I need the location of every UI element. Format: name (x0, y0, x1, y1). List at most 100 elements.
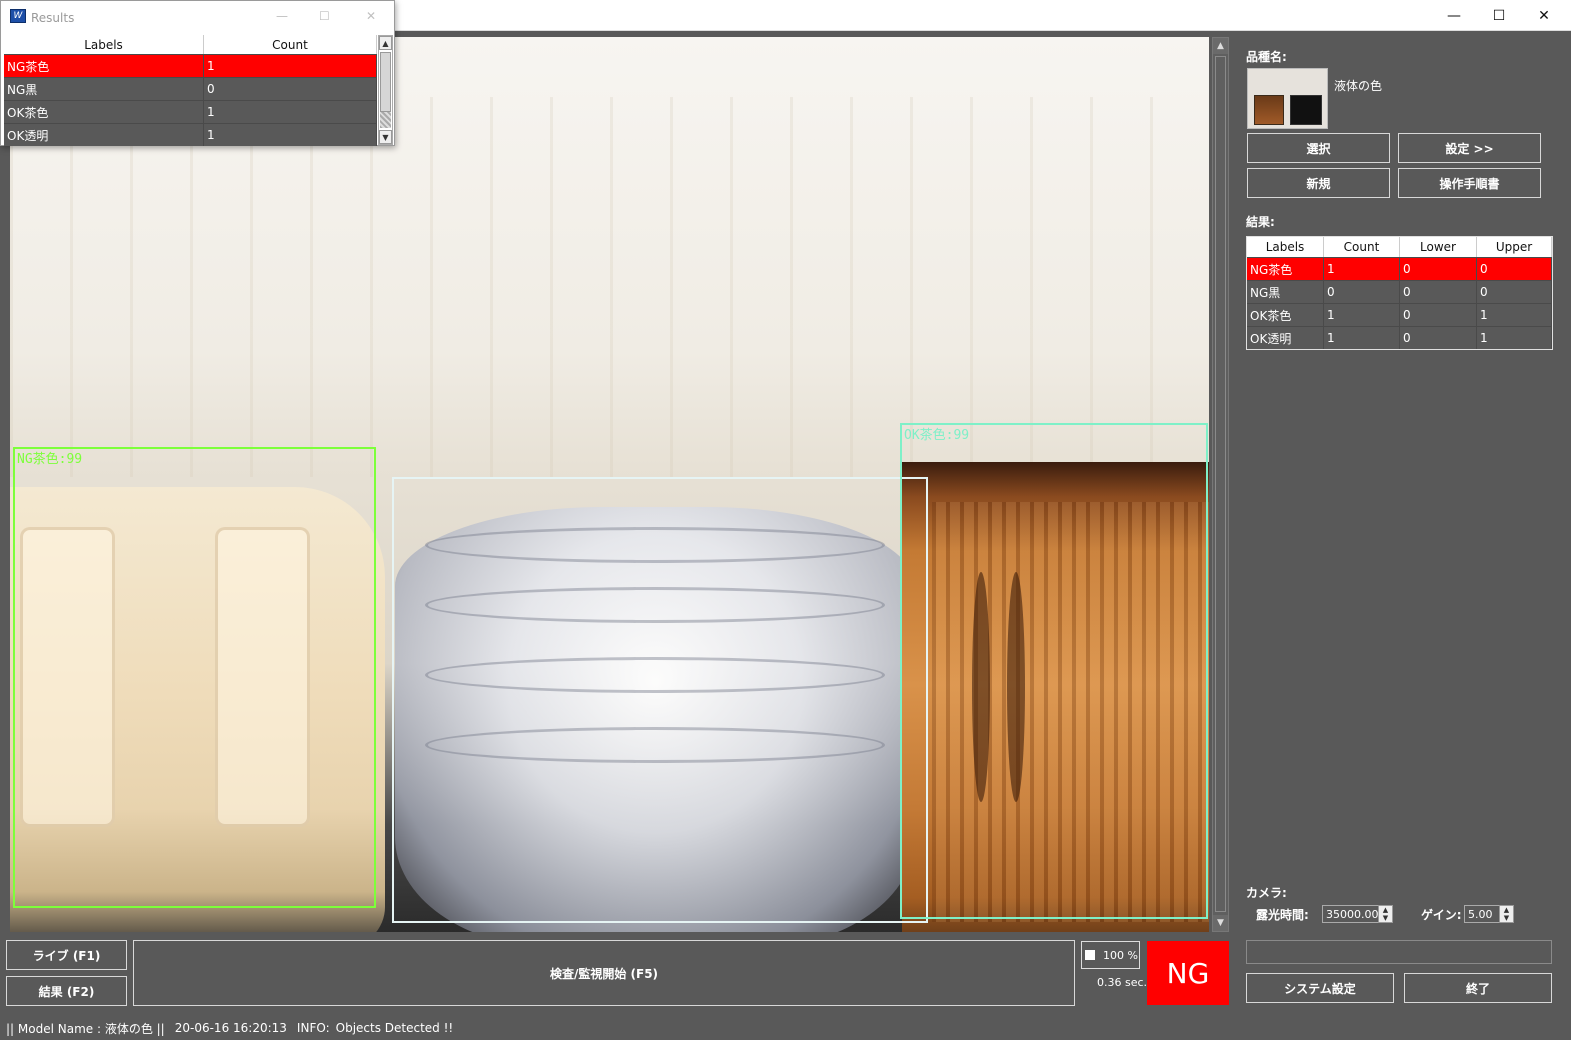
cell-count: 1 (1324, 258, 1400, 280)
table-row[interactable]: OK透明 1 (4, 123, 377, 146)
live-button[interactable]: ライブ (F1) (6, 940, 127, 970)
results-window-scrollbar[interactable]: ▲ ▼ (378, 35, 393, 145)
settings-button[interactable]: 設定 >> (1398, 133, 1541, 163)
scrollbar-thumb[interactable] (380, 52, 391, 112)
thumbnail-black-bottle (1290, 95, 1322, 125)
detection-label: OK茶色:99 (904, 428, 970, 443)
column-header[interactable]: Labels (4, 35, 204, 54)
minimize-icon[interactable]: — (276, 9, 288, 23)
close-icon[interactable]: ✕ (366, 9, 376, 23)
results-window[interactable]: W Results — ☐ ✕ Labels Count NG茶色 1 NG黒 … (0, 0, 395, 146)
select-button[interactable]: 選択 (1247, 133, 1390, 163)
column-header[interactable]: Upper (1477, 237, 1552, 257)
cell-upper: 0 (1477, 281, 1552, 303)
scrollbar-grip[interactable] (380, 112, 391, 128)
scroll-up-icon[interactable]: ▲ (1213, 38, 1228, 54)
camera-label: カメラ: (1246, 886, 1287, 900)
scrollbar-track[interactable] (1215, 56, 1226, 912)
detection-label: NG茶色:99 (17, 452, 83, 467)
table-row[interactable]: NG黒 0 (4, 77, 377, 100)
results-window-title: Results (31, 11, 75, 25)
cell-upper: 1 (1477, 327, 1552, 349)
status-indicator: NG (1147, 941, 1229, 1005)
column-header[interactable]: Count (204, 35, 377, 54)
maximize-icon[interactable]: ☐ (1476, 0, 1522, 31)
column-header[interactable]: Lower (1400, 237, 1477, 257)
scroll-down-icon[interactable]: ▼ (1213, 915, 1228, 931)
status-bar: || Model Name : 液体の色 || 20-06-16 16:20:1… (0, 1016, 1571, 1040)
cell-label: NG黒 (4, 78, 204, 100)
cell-label: OK透明 (1247, 327, 1324, 349)
exposure-input[interactable]: 35000.00 (1322, 905, 1380, 923)
table-row[interactable]: NG黒 0 0 0 (1247, 280, 1552, 303)
manual-button[interactable]: 操作手順書 (1398, 168, 1541, 198)
status-info-label: INFO: (296, 1021, 330, 1035)
result-button[interactable]: 結果 (F2) (6, 976, 127, 1006)
inspect-start-button[interactable]: 検査/監視開始 (F5) (133, 940, 1075, 1006)
maximize-icon[interactable]: ☐ (319, 9, 330, 23)
table-header: Labels Count Lower Upper (1247, 237, 1552, 257)
gain-label: ゲイン: (1421, 908, 1462, 922)
cell-lower: 0 (1400, 327, 1477, 349)
scroll-down-icon[interactable]: ▼ (379, 130, 392, 144)
cell-upper: 0 (1477, 258, 1552, 280)
results-table: Labels Count Lower Upper NG茶色 1 0 0 NG黒 … (1246, 236, 1553, 350)
cell-count: 0 (1324, 281, 1400, 303)
table-row[interactable]: OK茶色 1 0 1 (1247, 303, 1552, 326)
results-window-grid: Labels Count NG茶色 1 NG黒 0 OK茶色 1 OK透明 1 (4, 35, 377, 146)
status-model: || Model Name : 液体の色 || (6, 1021, 165, 1036)
status-datetime: 20-06-16 16:20:13 (174, 1021, 287, 1035)
detection-box-ng-brown[interactable] (13, 447, 376, 908)
table-row[interactable]: NG茶色 1 0 0 (1247, 257, 1552, 280)
thumbnail-brown-bottle (1254, 95, 1284, 125)
cell-label: OK茶色 (4, 101, 204, 123)
new-button[interactable]: 新規 (1247, 168, 1390, 198)
cell-label: NG茶色 (1247, 258, 1324, 280)
cell-label: NG茶色 (4, 55, 204, 77)
table-row[interactable]: OK茶色 1 (4, 100, 377, 123)
exit-button[interactable]: 終了 (1404, 973, 1552, 1003)
cell-upper: 1 (1477, 304, 1552, 326)
cell-label: NG黒 (1247, 281, 1324, 303)
cell-count: 1 (204, 124, 377, 146)
product-label: 品種名: (1246, 50, 1287, 64)
viewport-scrollbar[interactable]: ▲ ▼ (1212, 37, 1229, 932)
minimize-icon[interactable]: — (1431, 0, 1477, 31)
status-info-text: Objects Detected !! (335, 1021, 454, 1035)
gain-input[interactable]: 5.00 (1464, 905, 1500, 923)
cell-count: 1 (1324, 327, 1400, 349)
table-row[interactable]: OK透明 1 0 1 (1247, 326, 1552, 349)
processing-time: 0.36 sec. (1097, 976, 1148, 989)
column-header[interactable]: Labels (1247, 237, 1324, 257)
close-icon[interactable]: ✕ (1521, 0, 1567, 31)
app-logo-icon: W (10, 9, 26, 23)
cell-label: OK茶色 (1247, 304, 1324, 326)
camera-viewport[interactable]: NG茶色:99 OK茶色:99 (10, 37, 1209, 932)
scroll-up-icon[interactable]: ▲ (379, 36, 392, 50)
system-settings-button[interactable]: システム設定 (1246, 973, 1394, 1003)
table-row[interactable]: NG茶色 1 (4, 54, 377, 77)
zoom-checkbox[interactable] (1085, 950, 1095, 960)
column-header[interactable]: Count (1324, 237, 1400, 257)
cell-lower: 0 (1400, 258, 1477, 280)
cell-lower: 0 (1400, 304, 1477, 326)
cell-count: 1 (204, 55, 377, 77)
exposure-stepper[interactable]: ▲ ▼ (1378, 905, 1393, 923)
scene-wall (10, 97, 1209, 477)
cell-count: 1 (1324, 304, 1400, 326)
detection-box-clear[interactable] (392, 477, 928, 923)
detection-box-ok-brown[interactable] (900, 423, 1208, 919)
cell-label: OK透明 (4, 124, 204, 146)
cell-lower: 0 (1400, 281, 1477, 303)
product-name: 液体の色 (1334, 79, 1383, 93)
cell-count: 0 (204, 78, 377, 100)
zoom-toggle[interactable]: 100 % (1081, 941, 1140, 969)
product-thumbnail (1247, 68, 1328, 129)
gain-stepper[interactable]: ▲ ▼ (1499, 905, 1514, 923)
progress-bar (1246, 940, 1552, 964)
exposure-label: 露光時間: (1256, 908, 1309, 922)
cell-count: 1 (204, 101, 377, 123)
results-label: 結果: (1246, 215, 1275, 229)
grid-header: Labels Count (4, 35, 377, 54)
zoom-value: 100 % (1103, 948, 1138, 962)
